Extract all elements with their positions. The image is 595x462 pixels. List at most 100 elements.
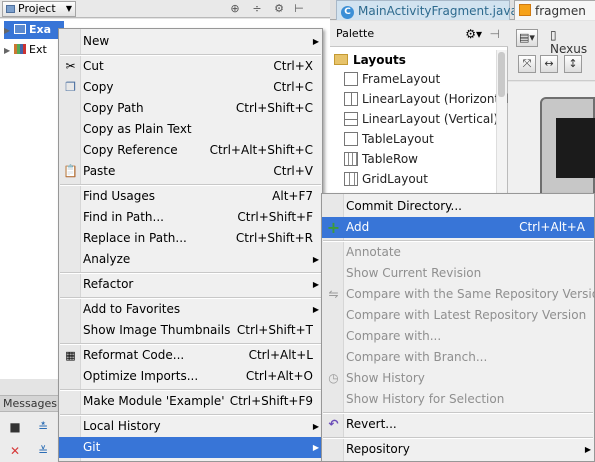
menu-item-label: Annotate — [346, 245, 401, 259]
submenu-arrow-icon: ▶ — [312, 305, 319, 314]
menu-item-label: Git — [83, 440, 101, 454]
tab-label: MainActivityFragment.java — [358, 4, 518, 18]
palette-item-linearlayout-horizontal[interactable]: LinearLayout (Horizontal) — [344, 89, 515, 109]
expand-all-icon[interactable]: ≛ — [36, 420, 50, 434]
palette-title: Palette — [336, 27, 375, 40]
menu-item-annotate[interactable]: Annotate — [322, 242, 594, 263]
menu-item-label: Make Module 'Example' — [83, 394, 225, 408]
submenu-arrow-icon: ▶ — [312, 255, 319, 264]
chevron-down-icon: ▼ — [65, 4, 72, 13]
menu-item-shortcut: Ctrl+Alt+A — [519, 220, 585, 234]
menu-item-commit-directory[interactable]: Commit Directory... — [322, 196, 594, 217]
palette-item-linearlayout-vertical[interactable]: LinearLayout (Vertical) — [344, 109, 498, 129]
plus-icon: + — [326, 218, 341, 237]
target-icon[interactable]: ⊕ — [228, 2, 242, 16]
submenu-arrow-icon: ▶ — [584, 445, 591, 454]
menu-item-copy-reference[interactable]: Copy Reference Ctrl+Alt+Shift+C — [59, 140, 322, 161]
menu-item-compare-latest-repo-version[interactable]: Compare with Latest Repository Version — [322, 305, 594, 326]
menu-item-find-usages[interactable]: Find Usages Alt+F7 — [59, 186, 322, 207]
stop-icon[interactable]: ■ — [8, 420, 22, 434]
expand-arrow-icon[interactable]: ▶ — [4, 22, 12, 40]
menu-item-find-in-path[interactable]: Find in Path... Ctrl+Shift+F — [59, 207, 322, 228]
layout-variant-button[interactable]: ▤▾ — [516, 29, 538, 47]
device-selector[interactable]: ▯ Nexus — [550, 28, 595, 56]
palette-scrollbar-thumb[interactable] — [498, 52, 505, 97]
menu-item-compare-with[interactable]: Compare with... — [322, 326, 594, 347]
palette-item-tablerow[interactable]: TableRow — [344, 149, 418, 169]
tab-main-activity-fragment[interactable]: C MainActivityFragment.java — [336, 0, 518, 20]
gear-icon[interactable]: ⚙▾ — [465, 21, 482, 47]
menu-item-label: Compare with the Same Repository Version — [346, 287, 595, 301]
project-panel-header: Project ▼ ⊕ ÷ ⚙ ⊢ — [0, 0, 330, 18]
palette-item-label: FrameLayout — [362, 72, 441, 86]
menu-item-label: Show Current Revision — [346, 266, 482, 280]
fit-width-icon[interactable]: ↔ — [540, 55, 558, 73]
menu-item-copy-path[interactable]: Copy Path Ctrl+Shift+C — [59, 98, 322, 119]
hide-icon[interactable]: ⊢ — [292, 2, 306, 16]
menu-item-replace-in-path[interactable]: Replace in Path... Ctrl+Shift+R — [59, 228, 322, 249]
menu-item-git[interactable]: Git ▶ — [59, 437, 322, 458]
pin-icon[interactable]: ⊣ — [490, 21, 500, 47]
tree-item-example[interactable]: ▶ Exa — [4, 21, 64, 39]
expand-arrow-icon[interactable]: ▶ — [4, 42, 12, 60]
collapse-all-icon[interactable]: ÷ — [250, 2, 264, 16]
compare-icon: ⇋ — [328, 287, 339, 301]
menu-item-compare-same-repo-version[interactable]: ⇋ Compare with the Same Repository Versi… — [322, 284, 595, 305]
linear-layout-vertical-icon — [344, 112, 358, 126]
tab-fragment-layout[interactable]: fragmen — [514, 0, 595, 20]
frame-layout-icon — [344, 72, 358, 86]
menu-item-optimize-imports[interactable]: Optimize Imports... Ctrl+Alt+O — [59, 366, 322, 387]
menu-item-label: Copy Path — [83, 101, 144, 115]
menu-item-shortcut: Ctrl+Alt+O — [245, 369, 313, 383]
palette-item-label: TableLayout — [362, 132, 434, 146]
project-view-selector[interactable]: Project ▼ — [2, 1, 76, 17]
menu-item-label: Compare with... — [346, 329, 442, 343]
menu-item-local-history[interactable]: Local History ▶ — [59, 416, 322, 437]
menu-item-refactor[interactable]: Refactor ▶ — [59, 274, 322, 295]
menu-item-cut[interactable]: ✂ Cut Ctrl+X — [59, 56, 322, 77]
close-icon[interactable]: ✕ — [8, 444, 22, 458]
folder-icon — [334, 54, 348, 65]
tree-item-external-libraries[interactable]: ▶ Ext — [4, 41, 47, 59]
menu-item-show-history[interactable]: ◷ Show History — [322, 368, 594, 389]
menu-item-show-history-for-selection[interactable]: Show History for Selection — [322, 389, 594, 410]
menu-item-make-module[interactable]: Make Module 'Example' Ctrl+Shift+F9 — [59, 391, 322, 412]
menu-item-paste[interactable]: 📋 Paste Ctrl+V — [59, 161, 322, 182]
palette-item-framelayout[interactable]: FrameLayout — [344, 69, 440, 89]
menu-item-label: Commit Directory... — [346, 199, 462, 213]
palette-item-tablelayout[interactable]: TableLayout — [344, 129, 434, 149]
menu-item-add[interactable]: + Add Ctrl+Alt+A — [322, 217, 594, 238]
table-layout-icon — [344, 132, 358, 146]
menu-item-analyze[interactable]: Analyze ▶ — [59, 249, 322, 270]
menu-item-reformat-code[interactable]: ▦ Reformat Code... Ctrl+Alt+L — [59, 345, 322, 366]
palette-item-gridlayout[interactable]: GridLayout — [344, 169, 428, 189]
zoom-fit-icon[interactable]: ⤧ — [518, 55, 536, 73]
menu-item-label: Find in Path... — [83, 210, 164, 224]
palette-category-layouts[interactable]: Layouts — [334, 51, 406, 69]
menu-item-label: Refactor — [83, 277, 134, 291]
menu-item-label: Optimize Imports... — [83, 369, 199, 383]
git-submenu: Commit Directory... + Add Ctrl+Alt+A Ann… — [321, 193, 595, 462]
menu-item-show-image-thumbnails[interactable]: Show Image Thumbnails Ctrl+Shift+T — [59, 320, 322, 341]
menu-item-compare-with-branch[interactable]: Compare with Branch... — [322, 347, 594, 368]
menu-item-new[interactable]: New ▶ — [59, 31, 322, 52]
menu-item-label: Compare with Latest Repository Version — [346, 308, 587, 322]
menu-item-revert[interactable]: ↶ Revert... — [322, 414, 594, 435]
menu-item-copy-as-plain-text[interactable]: Copy as Plain Text — [59, 119, 322, 140]
menu-item-shortcut: Ctrl+Shift+C — [235, 101, 313, 115]
submenu-arrow-icon: ▶ — [312, 37, 319, 46]
menu-item-repository[interactable]: Repository ▶ — [322, 439, 594, 460]
menu-item-show-current-revision[interactable]: Show Current Revision — [322, 263, 594, 284]
device-label: Nexus — [550, 42, 588, 56]
menu-item-add-to-favorites[interactable]: Add to Favorites ▶ — [59, 299, 322, 320]
menu-item-copy[interactable]: ❐ Copy Ctrl+C — [59, 77, 322, 98]
gear-icon[interactable]: ⚙ — [272, 2, 286, 16]
menu-item-shortcut: Ctrl+Alt+L — [248, 348, 313, 362]
menu-item-label: New — [83, 34, 110, 48]
tree-item-label: Ext — [29, 43, 47, 56]
submenu-arrow-icon: ▶ — [312, 280, 319, 289]
collapse-all-icon[interactable]: ≚ — [36, 444, 50, 458]
menu-item-label: Copy — [83, 80, 114, 94]
fit-height-icon[interactable]: ↕ — [564, 55, 582, 73]
menu-item-label: Paste — [83, 164, 116, 178]
